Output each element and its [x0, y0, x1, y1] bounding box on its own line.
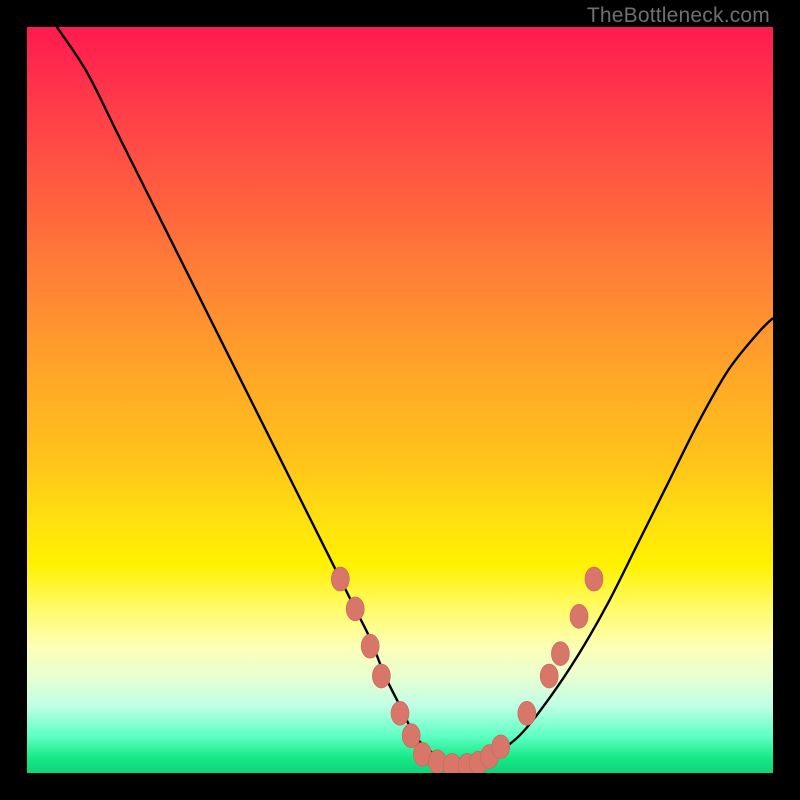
highlight-dot: [361, 634, 379, 658]
highlight-dot: [372, 664, 390, 688]
highlight-dot: [391, 701, 409, 725]
highlight-dot: [346, 597, 364, 621]
curve-layer: [57, 27, 773, 766]
highlight-dot: [585, 567, 603, 591]
chart-svg: [27, 27, 773, 773]
watermark-text: TheBottleneck.com: [587, 4, 770, 28]
highlight-dot: [331, 567, 349, 591]
chart-frame: TheBottleneck.com: [0, 0, 800, 800]
bottleneck-curve: [57, 27, 773, 766]
highlight-dot: [551, 642, 569, 666]
highlight-dot: [570, 604, 588, 628]
highlight-dot: [492, 735, 510, 759]
highlight-dot: [540, 664, 558, 688]
marker-layer: [331, 567, 603, 773]
plot-area: [27, 27, 773, 773]
highlight-dot: [518, 701, 536, 725]
